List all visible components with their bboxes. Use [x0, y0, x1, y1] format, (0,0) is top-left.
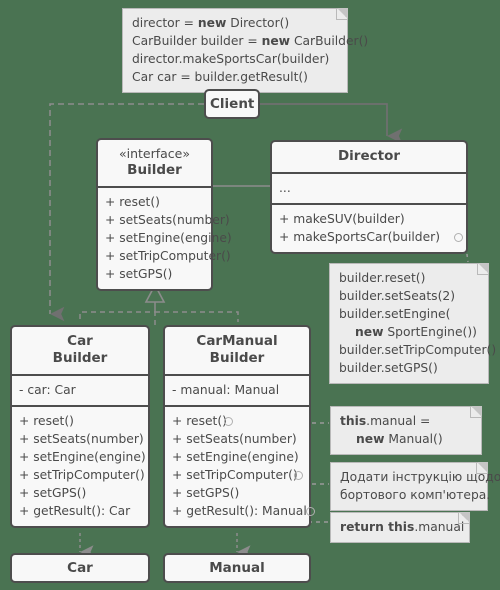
- car-manual-builder-name-line1: CarManual: [196, 333, 278, 349]
- note-fold-icon: [470, 406, 482, 418]
- class-director[interactable]: Director ... + makeSUV(builder) + makeSp…: [270, 140, 468, 255]
- note-get-result-implementation: return this.manual: [330, 512, 470, 544]
- method-row: + makeSUV(builder): [279, 211, 405, 226]
- note-anchor-socket-icon: [306, 507, 315, 517]
- method-row: + setTripComputer(): [19, 468, 145, 482]
- class-director-fields: ...: [272, 171, 466, 203]
- note-anchor-socket-icon: [224, 416, 233, 426]
- note-fold-icon: [476, 462, 488, 474]
- note-fold-icon: [458, 512, 470, 524]
- method-row: + setSeats(number): [19, 431, 144, 446]
- note-line: return this.manual: [340, 520, 465, 534]
- class-builder-methods: + reset() + setSeats(number) + setEngine…: [98, 185, 232, 289]
- builder-name: Builder: [127, 161, 182, 178]
- note-line: builder.setEngine(: [339, 307, 451, 322]
- note-line: director.makeSportsCar(builder): [132, 52, 330, 67]
- method-row: + setGPS(): [172, 486, 240, 501]
- note-line: builder.setTripComputer(): [339, 343, 497, 358]
- class-car-manual-builder[interactable]: CarManual Builder - manual: Manual + res…: [163, 325, 315, 529]
- class-manual-product-title: Manual: [209, 560, 265, 576]
- note-line: new Manual(): [356, 432, 443, 447]
- note-line: this.manual =: [340, 414, 431, 428]
- note-line: director = new Director(): [132, 16, 290, 30]
- class-car-builder[interactable]: Car Builder - car: Car + reset() + setSe…: [10, 325, 150, 529]
- method-row: + getResult(): Car: [19, 504, 131, 519]
- class-car-manual-builder-title: CarManual Builder: [165, 327, 309, 374]
- car-builder-name-line2: Builder: [52, 349, 108, 366]
- method-row: + makeSportsCar(builder): [279, 228, 463, 246]
- car-builder-name-line1: Car: [67, 333, 93, 349]
- method-row: + setGPS(): [105, 266, 173, 281]
- class-director-methods: + makeSUV(builder) + makeSportsCar(build…: [272, 202, 466, 252]
- method-row: + reset(): [172, 412, 302, 430]
- method-row: + reset(): [105, 194, 160, 209]
- note-fold-icon: [477, 263, 489, 275]
- method-row: + setEngine(engine): [19, 449, 146, 464]
- class-client-title: Client: [210, 96, 255, 112]
- note-reset-implementation: this.manual = new Manual(): [330, 406, 482, 456]
- method-row: + getResult(): Manual: [172, 502, 315, 520]
- class-car-product[interactable]: Car: [10, 553, 150, 583]
- class-director-title: Director: [337, 148, 401, 164]
- note-line: Car car = builder.getResult(): [132, 70, 308, 85]
- field-row: - manual: Manual: [172, 382, 280, 397]
- note-anchor-socket-icon: [454, 233, 463, 242]
- note-trip-computer-instruction: Додати інструкцію щодо бортового комп'ют…: [330, 462, 500, 512]
- note-line: Додати інструкцію щодо: [340, 470, 500, 484]
- class-builder-interface[interactable]: «interface» Builder + reset() + setSeats…: [96, 138, 232, 291]
- note-line: бортового комп'ютера.: [340, 488, 491, 503]
- field-row: ...: [279, 180, 291, 195]
- client-code-note: director = new Director() CarBuilder bui…: [122, 8, 369, 94]
- builder-stereotype: «interface»: [118, 146, 191, 161]
- class-car-manual-builder-methods: + reset() + setSeats(number) + setEngine…: [165, 404, 315, 526]
- note-line: builder.setSeats(2): [339, 289, 455, 304]
- note-line: builder.reset(): [339, 271, 426, 285]
- method-row: + setEngine(engine): [172, 449, 299, 464]
- note-line: new SportEngine()): [355, 325, 477, 340]
- class-car-builder-title: Car Builder: [12, 327, 148, 374]
- note-fold-icon: [336, 8, 348, 20]
- class-car-builder-fields: - car: Car: [12, 373, 148, 405]
- note-line: CarBuilder builder = new CarBuilder(): [132, 34, 369, 49]
- class-builder-title: «interface» Builder: [98, 140, 211, 186]
- class-manual-product[interactable]: Manual: [163, 553, 311, 583]
- director-code-note: builder.reset() builder.setSeats(2) buil…: [329, 263, 497, 385]
- note-line: builder.setGPS(): [339, 361, 438, 376]
- method-row: + setTripComputer(): [172, 466, 303, 484]
- method-row: + setSeats(number): [105, 212, 230, 227]
- class-car-builder-methods: + reset() + setSeats(number) + setEngine…: [12, 404, 148, 526]
- method-row: + reset(): [19, 413, 74, 428]
- method-row: + setGPS(): [19, 486, 87, 501]
- class-car-manual-builder-fields: - manual: Manual: [165, 373, 309, 405]
- class-car-product-title: Car: [67, 560, 93, 576]
- note-anchor-socket-icon: [294, 471, 303, 480]
- method-row: + setSeats(number): [172, 431, 297, 446]
- method-row: + setEngine(engine): [105, 230, 232, 245]
- car-manual-builder-name-line2: Builder: [209, 349, 265, 366]
- class-client[interactable]: Client: [204, 89, 260, 119]
- field-row: - car: Car: [19, 382, 76, 397]
- uml-diagram-canvas: director = new Director() CarBuilder bui…: [0, 0, 500, 590]
- method-row: + setTripComputer(): [105, 248, 231, 263]
